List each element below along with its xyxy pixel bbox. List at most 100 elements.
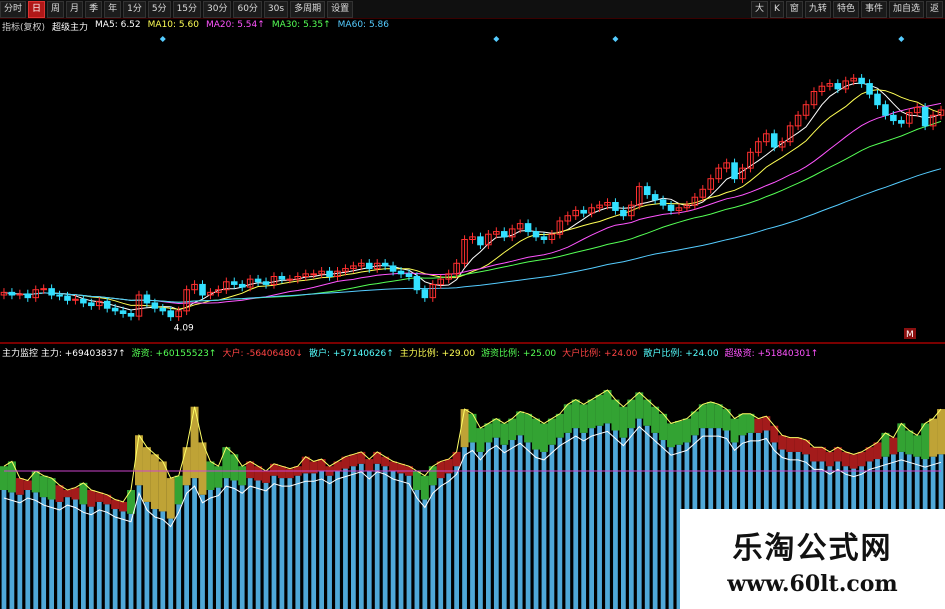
candle-body	[834, 83, 842, 90]
main-force-area	[873, 442, 882, 460]
main-force-area	[0, 466, 8, 490]
toolbar-right-button[interactable]: K	[770, 0, 784, 18]
main-force-area	[365, 459, 374, 471]
candle-body	[731, 162, 738, 180]
retail-bar	[9, 492, 15, 609]
period-button[interactable]: 周	[47, 0, 65, 18]
candle-body	[326, 270, 333, 277]
legend-entry: 散户: +57140626↑	[308, 349, 394, 359]
period-button[interactable]: 15分	[172, 0, 202, 18]
candle-body	[56, 294, 63, 297]
toolbar-right-button[interactable]: 大	[750, 0, 768, 18]
retail-bar	[287, 478, 293, 609]
candle-body	[500, 231, 508, 238]
retail-bar	[660, 440, 666, 609]
main-force-area	[714, 404, 723, 429]
period-button[interactable]: 30分	[203, 0, 232, 18]
candle-body	[397, 270, 405, 275]
period-button[interactable]: 月	[66, 0, 84, 18]
retail-bar	[454, 466, 459, 609]
candle-body	[103, 300, 111, 309]
candle-body	[64, 295, 71, 301]
retail-bar	[120, 511, 126, 609]
retail-bar	[184, 485, 189, 609]
watermark-title: 乐淘公式网	[732, 531, 893, 566]
candle-body	[167, 310, 175, 318]
toolbar-right-button[interactable]: 特色	[832, 0, 859, 18]
retail-bar	[255, 480, 261, 609]
retail-bar	[589, 428, 594, 609]
main-force-area	[15, 478, 24, 495]
candle-body	[540, 236, 548, 241]
period-button[interactable]: 设置	[327, 0, 354, 18]
main-force-area	[921, 423, 930, 460]
main-force-area	[778, 435, 787, 450]
period-button[interactable]: 分时	[0, 0, 27, 18]
retail-bar	[652, 432, 658, 609]
main-force-area	[214, 466, 223, 488]
period-button[interactable]: 年	[104, 0, 122, 18]
main-force-area	[270, 463, 278, 476]
main-force-area	[166, 478, 175, 519]
candle-body	[262, 281, 270, 285]
candle-body	[921, 106, 929, 127]
retail-bar	[112, 509, 118, 609]
candle-body	[88, 302, 95, 307]
candle-body	[48, 288, 55, 296]
main-force-area	[63, 490, 72, 498]
marker-label: M	[906, 330, 914, 340]
retail-bar	[223, 478, 229, 609]
main-force-area	[55, 485, 64, 502]
period-button[interactable]: 30s	[263, 0, 289, 18]
candle-body	[874, 93, 881, 106]
diamond-marker	[159, 36, 166, 42]
main-force-area	[786, 437, 795, 452]
candle-body	[659, 199, 667, 206]
candle-body	[580, 209, 587, 214]
main-force-area	[222, 447, 231, 479]
retail-bar	[33, 492, 39, 609]
indicator-legend: 主力监控 主力: +69403837↑ 游资: +60155523↑ 大户: -56…	[2, 346, 818, 359]
toolbar-right-button[interactable]: 事件	[860, 0, 887, 18]
retail-bar	[247, 478, 253, 609]
candle-body	[119, 310, 127, 315]
period-button[interactable]: 日	[28, 0, 46, 18]
main-force-area	[849, 454, 858, 469]
main-force-area	[111, 499, 120, 510]
period-button[interactable]: 5分	[147, 0, 171, 18]
candle-body	[278, 276, 286, 280]
legend-entry: 超级资: +51840301↑	[724, 349, 819, 359]
retail-bar	[509, 440, 515, 609]
retail-bar	[311, 473, 317, 609]
main-force-area	[762, 416, 771, 431]
period-button[interactable]: 1分	[123, 0, 146, 18]
period-button[interactable]: 季	[85, 0, 103, 18]
toolbar-right-button[interactable]: 九转	[804, 0, 831, 18]
retail-bar	[628, 428, 634, 609]
main-force-area	[690, 411, 699, 436]
main-force-area	[929, 418, 938, 457]
main-force-area	[23, 480, 32, 490]
main-force-area	[79, 482, 88, 505]
period-button[interactable]: 多周期	[290, 0, 326, 18]
main-force-area	[476, 428, 485, 452]
toolbar-right-button[interactable]: 窗	[785, 0, 803, 18]
toolbar-right-button[interactable]: 返	[925, 0, 943, 18]
panel-divider	[0, 342, 945, 344]
candle-body	[898, 120, 905, 124]
candle-body	[405, 273, 413, 278]
main-force-area	[71, 487, 80, 500]
retail-bar	[374, 463, 380, 609]
main-force-area	[87, 490, 96, 507]
period-button[interactable]: 60分	[233, 0, 262, 18]
main-force-area	[516, 411, 525, 436]
toolbar-right-button[interactable]: 加自选	[888, 0, 924, 18]
candle-body	[24, 293, 32, 299]
candle-body	[143, 294, 151, 304]
retail-bar	[65, 497, 70, 609]
main-force-area	[412, 470, 421, 490]
candle-body	[111, 307, 119, 312]
retail-bar	[319, 470, 324, 609]
main-force-area	[841, 451, 850, 467]
main-force-area	[937, 409, 945, 455]
